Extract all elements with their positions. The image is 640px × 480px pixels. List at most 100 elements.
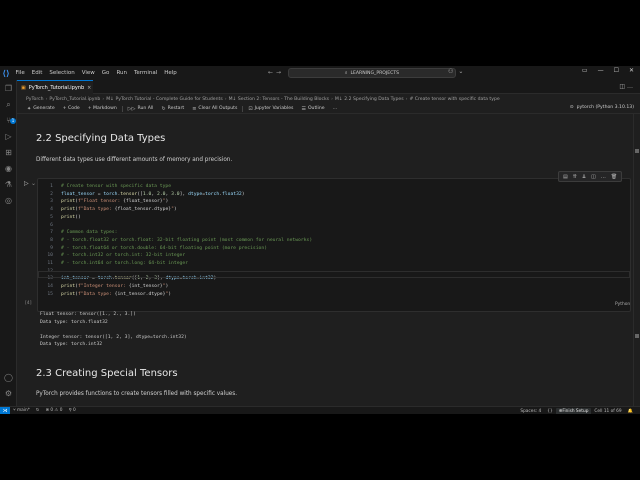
delete-cell-icon[interactable]: 🗑 (611, 174, 617, 180)
menu-terminal[interactable]: Terminal (130, 70, 160, 76)
kernel-picker[interactable]: ⊙ pytorch (Python 3.10.13) (570, 105, 634, 110)
line-number: 14 (47, 284, 53, 290)
run-cell-icon[interactable]: ▷ (24, 180, 29, 187)
code-token: print (61, 291, 76, 297)
execute-below-icon[interactable]: ⇊ (582, 174, 586, 180)
account-icon[interactable]: ◯ (3, 372, 14, 383)
code-token: {int_tensor} (128, 284, 163, 290)
generate-label: Generate (33, 106, 55, 111)
breadcrumb-item[interactable]: PyTorch_Tutorial.ipynb (49, 97, 100, 102)
code-line[interactable]: 9 # - torch.float64 or torch.double: 64-b… (37, 245, 617, 252)
spaces-status[interactable]: Spaces: 4 (517, 409, 544, 414)
breadcrumb-item[interactable]: PyTorch (26, 97, 44, 102)
code-token: float32 (221, 191, 242, 197)
code-line[interactable]: 5 print() (37, 214, 617, 221)
more-actions-icon[interactable]: … (627, 83, 635, 90)
code-line[interactable]: 8 # - torch.float32 or torch.float: 32-bi… (37, 237, 617, 244)
breadcrumb-item[interactable]: # Create tensor with specific data type (409, 97, 499, 102)
code-line[interactable]: 11 # - torch.int64 or torch.long: 64-bit … (37, 260, 617, 267)
code-line[interactable]: 10 # - torch.int32 or torch.int: 32-bit i… (37, 252, 617, 259)
outline-icon: ☰ (301, 105, 306, 112)
ports-status[interactable]: ⚲ 0 (65, 408, 78, 413)
code-token: torch (103, 191, 118, 197)
chevron-down-icon[interactable]: ⌄ (31, 180, 36, 187)
maximize-icon[interactable]: ☐ (614, 67, 619, 74)
breadcrumb-item[interactable]: M↓ PyTorch Tutorial - Complete Guide for… (106, 97, 223, 102)
output-line: Float tensor: tensor([1., 2., 3.]) (40, 312, 136, 317)
more-cell-actions-icon[interactable]: … (601, 174, 606, 180)
tab-pytorch-tutorial[interactable]: ▣ PyTorch_Tutorial.ipynb × (17, 80, 93, 94)
notebook-file-icon: ▣ (21, 84, 26, 91)
code-line[interactable]: 7 # Common data types: (37, 229, 617, 236)
code-token: print (61, 199, 76, 205)
menu-run[interactable]: Run (113, 70, 131, 76)
chevron-down-icon[interactable]: ⌄ (458, 68, 463, 75)
markdown-paragraph: PyTorch provides functions to create ten… (36, 391, 238, 397)
remote-explorer-icon[interactable]: ◉ (3, 163, 14, 174)
extensions-icon[interactable]: ⊞ (3, 147, 14, 158)
nav-arrows-icon[interactable]: ←→ (268, 69, 284, 76)
execution-count: [4] (25, 301, 32, 306)
braces-icon[interactable]: {} (544, 409, 555, 414)
code-line[interactable]: 3 print(f"Float tensor: {float_tensor}") (37, 198, 617, 205)
close-icon[interactable]: × (87, 85, 95, 91)
code-line[interactable]: 15 print(f"Data type: {int_tensor.dtype}"… (37, 291, 617, 298)
execute-above-icon[interactable]: ⇈ (573, 174, 577, 180)
code-line[interactable]: 1 # Create tensor with specific data type (37, 183, 617, 190)
breadcrumb-item[interactable]: M↓ 2.2 Specifying Data Types (335, 97, 404, 102)
sync-icon[interactable]: ↻ (33, 408, 43, 413)
clear-outputs-button[interactable]: ≡ Clear All Outputs (188, 106, 241, 112)
restart-button[interactable]: ↻ Restart (157, 106, 188, 112)
restart-icon: ↻ (161, 105, 166, 112)
code-token: dtype (188, 191, 203, 197)
menu-go[interactable]: Go (98, 70, 113, 76)
menu-file[interactable]: File (12, 70, 28, 76)
branch-status[interactable]: ⑂ main* (10, 408, 33, 413)
code-line[interactable]: 6 (37, 222, 617, 229)
scrollbar-thumb[interactable] (635, 149, 639, 153)
add-code-button[interactable]: + Code (59, 106, 84, 111)
code-token: ) (241, 191, 245, 197)
variables-label: Jupyter Variables (254, 106, 294, 111)
breadcrumb-item[interactable]: M↓ Section 2: Tensors - The Building Blo… (229, 97, 329, 102)
notifications-icon[interactable]: 🔔 (625, 409, 636, 414)
command-center-search[interactable]: ⌕ LEARNING_PROJECTS (288, 68, 456, 78)
problems-status[interactable]: ⊗ 0 ⚠ 0 (42, 408, 65, 413)
split-editor-icon[interactable]: ◫ (619, 83, 627, 90)
run-by-line-icon[interactable]: ▤ (563, 174, 568, 180)
layout-icon[interactable]: ▭ (582, 67, 588, 74)
testing-icon[interactable]: ⚗ (3, 179, 14, 190)
copilot-icon[interactable]: ⚇ (448, 68, 453, 75)
generate-button[interactable]: ✦ Generate (23, 106, 59, 112)
menu-edit[interactable]: Edit (28, 70, 46, 76)
more-icon[interactable]: … (329, 106, 342, 111)
split-cell-icon[interactable]: ◫ (591, 174, 596, 180)
run-all-button[interactable]: ▷▷ Run All (124, 106, 158, 112)
line-number: 2 (50, 191, 53, 197)
outline-label: Outline (307, 106, 325, 111)
cell-language-label[interactable]: Python (615, 302, 630, 307)
code-line[interactable]: 4 print(f"Data type: {float_tensor.dtype}… (37, 206, 617, 213)
code-token: # - torch.int32 or torch.int: 32-bit int… (61, 253, 186, 259)
add-markdown-button[interactable]: + Markdown (84, 106, 121, 111)
menu-help[interactable]: Help (161, 70, 181, 76)
menu-selection[interactable]: Selection (46, 70, 78, 76)
menu-view[interactable]: View (78, 70, 98, 76)
outline-button[interactable]: ☰ Outline (297, 106, 328, 112)
minimize-icon[interactable]: — (598, 67, 604, 74)
variables-button[interactable]: ⊡ Jupyter Variables (244, 106, 297, 112)
chat-icon[interactable]: ◎ (3, 195, 14, 206)
close-window-icon[interactable]: ✕ (629, 67, 634, 74)
code-line[interactable]: 2 float_tensor = torch.tensor([1.0, 2.0, … (37, 191, 617, 198)
add-markdown-label: + Markdown (87, 106, 117, 111)
gear-icon[interactable]: ⚙ (3, 388, 14, 399)
cell-position[interactable]: Cell 11 of 69 (591, 409, 624, 414)
explorer-icon[interactable]: ❐ (3, 83, 14, 94)
run-debug-icon[interactable]: ▷ (3, 131, 14, 142)
vertical-scrollbar[interactable] (633, 114, 640, 406)
title-right-actions: ⚇ ⌄ (448, 68, 463, 75)
remote-indicator-icon[interactable]: ⋊ (0, 406, 10, 414)
code-token: float_tensor (61, 191, 95, 197)
search-icon[interactable]: ⌕ (3, 99, 14, 110)
code-line[interactable]: 14 print(f"Integer tensor: {int_tensor}") (37, 283, 617, 290)
